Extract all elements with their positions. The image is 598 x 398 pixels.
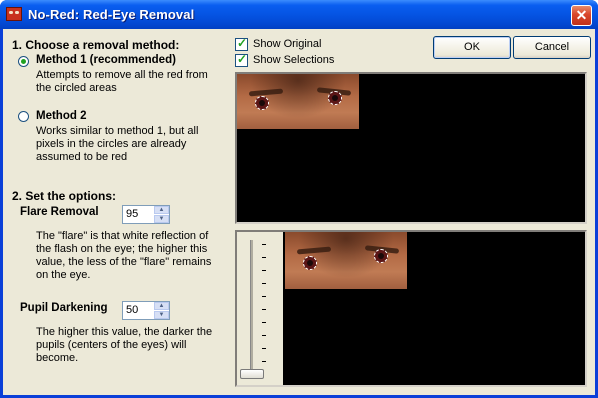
method2-desc-line: assumed to be red [36,151,128,163]
spin-down-icon[interactable]: ▼ [154,215,169,223]
close-icon: ✕ [575,7,588,23]
pupil-darkening-spinner[interactable]: 50 ▲ ▼ [122,301,170,320]
eye-selection-marker[interactable] [328,91,342,105]
checkmark-icon: ✓ [237,52,248,66]
title-bar[interactable]: No-Red: Red-Eye Removal ✕ [0,0,598,29]
flare-desc-line: value, the less of the "flare" remains [36,256,212,268]
original-preview-pane[interactable] [235,72,587,224]
method1-label[interactable]: Method 1 (recommended) [36,54,176,66]
flare-removal-spinner[interactable]: 95 ▲ ▼ [122,205,170,224]
ok-button[interactable]: OK [433,36,511,59]
spin-down-icon[interactable]: ▼ [154,311,169,319]
flare-removal-value[interactable]: 95 [126,208,138,220]
show-selections-label[interactable]: Show Selections [253,54,334,66]
pupil-desc-line: become. [36,352,79,364]
checkmark-icon: ✓ [237,36,248,50]
slider-tick [262,309,266,310]
method2-radio[interactable] [18,111,29,122]
app-icon [6,7,22,21]
pupil-desc-line: pupils (centers of the eyes) will [36,339,187,351]
slider-tick [262,270,266,271]
show-original-label[interactable]: Show Original [253,38,321,50]
cancel-button[interactable]: Cancel [513,36,591,59]
method2-desc-line: pixels in the circles are already [36,138,187,150]
result-photo-thumbnail [285,232,407,289]
spin-up-icon[interactable]: ▲ [154,302,169,310]
method2-description: Works similar to method 1, but all pixel… [36,125,198,164]
slider-tick [262,348,266,349]
slider-tick [262,335,266,336]
show-selections-checkbox[interactable]: ✓ [235,52,248,67]
slider-tick [262,244,266,245]
flare-removal-label: Flare Removal [20,206,99,218]
eyebrow [296,246,332,255]
eye-selection-marker[interactable] [255,96,269,110]
pupil-darkening-value[interactable]: 50 [126,304,138,316]
section-removal-method-heading: 1. Choose a removal method: [12,38,180,52]
result-preview-pane[interactable] [235,230,587,387]
eye-selection-marker[interactable] [303,256,317,270]
pupil-darkening-label: Pupil Darkening [20,302,108,314]
method2-label[interactable]: Method 2 [36,110,86,122]
original-photo-thumbnail [237,74,359,129]
flare-removal-description: The "flare" is that white reflection of … [36,230,211,282]
zoom-slider-track[interactable] [250,240,253,376]
spin-up-icon[interactable]: ▲ [154,206,169,214]
method1-radio[interactable] [18,56,29,67]
eyebrow [248,88,284,97]
section-options-heading: 2. Set the options: [12,189,117,203]
pupil-desc-line: The higher this value, the darker the [36,326,213,338]
dialog-body: 1. Choose a removal method: Method 1 (re… [3,29,595,395]
slider-tick [262,257,266,258]
eye-selection-marker[interactable] [374,249,388,263]
method1-description: Attempts to remove all the red from the … [36,69,208,95]
flare-desc-line: The "flare" is that white reflection of [36,230,209,242]
close-button[interactable]: ✕ [571,5,592,26]
pupil-darkening-description: The higher this value, the darker the pu… [36,326,212,365]
method1-desc-line: Attempts to remove all the red from [36,69,208,81]
slider-tick [262,283,266,284]
flare-desc-line: the flash on the eye; the higher this [36,243,208,255]
slider-tick [262,322,266,323]
method2-desc-line: Works similar to method 1, but all [36,125,199,137]
dialog-window: No-Red: Red-Eye Removal ✕ 1. Choose a re… [0,0,598,398]
zoom-slider-panel [237,232,283,385]
flare-desc-line: on the eye. [36,269,91,281]
slider-tick [262,361,266,362]
zoom-slider-thumb[interactable] [240,369,264,379]
slider-tick [262,296,266,297]
window-title: No-Red: Red-Eye Removal [28,7,195,22]
method1-desc-line: the circled areas [36,82,117,94]
show-original-checkbox[interactable]: ✓ [235,36,248,51]
